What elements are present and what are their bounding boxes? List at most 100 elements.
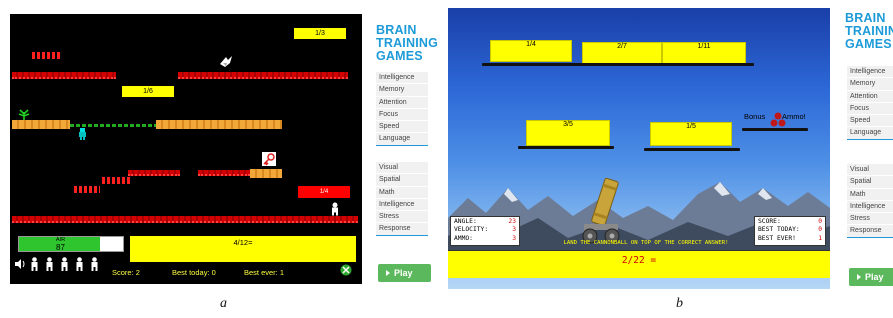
panel-b-game-canvas[interactable]: 1/4 2/7 1/11 Bonus Ammo! 3/5 1/5 ANGLE: 2…	[448, 8, 830, 289]
floor-girder	[12, 216, 358, 223]
menu-item-response[interactable]: Response	[847, 225, 893, 238]
stat-velocity-row: VELOCITY: 3	[454, 226, 516, 234]
menu-item-intelligence-2[interactable]: Intelligence	[376, 198, 428, 212]
menu-item-intelligence-2[interactable]: Intelligence	[847, 200, 893, 214]
hazard-step-1	[102, 177, 130, 184]
stat-ammo-row: AMMO: 3	[454, 235, 516, 243]
stat-angle-label: ANGLE:	[454, 218, 477, 225]
shelf-bonus	[742, 128, 808, 131]
menu-item-stress[interactable]: Stress	[847, 213, 893, 226]
menu-item-memory[interactable]: Memory	[847, 78, 893, 91]
menu-item-intelligence[interactable]: Intelligence	[376, 72, 428, 85]
player-life-icon	[76, 257, 83, 271]
stat-angle-row: ANGLE: 23	[454, 218, 516, 226]
player-character-icon	[79, 128, 86, 140]
brand-logo[interactable]: BRAIN TRAINING GAMES	[845, 12, 893, 51]
question-text: 4/12=	[233, 238, 253, 247]
play-button[interactable]: Play	[849, 268, 893, 286]
play-label: Play	[394, 268, 413, 278]
platform-row2-right	[156, 120, 282, 129]
menu-item-language[interactable]: Language	[847, 127, 893, 140]
exit-door-box: 1/4	[298, 186, 350, 198]
play-triangle-icon	[857, 274, 861, 280]
menu-item-language[interactable]: Language	[376, 133, 428, 146]
stats-right-box: SCORE: 0 BEST TODAY: 0 BEST EVER! 1	[754, 216, 826, 246]
menu-item-stress[interactable]: Stress	[376, 211, 428, 224]
gear-icon[interactable]	[340, 264, 352, 276]
brand-line-3: GAMES	[376, 49, 423, 63]
bonus-text: Bonus	[744, 112, 766, 121]
question-text: 2/22 =	[621, 255, 657, 266]
menu-item-memory[interactable]: Memory	[376, 84, 428, 97]
menu-item-visual[interactable]: Visual	[376, 162, 428, 175]
menu-item-attention[interactable]: Attention	[847, 90, 893, 103]
brand-line-3: GAMES	[845, 37, 892, 51]
stat-best-ever-label: BEST EVER!	[758, 234, 796, 242]
player-life-icon	[61, 257, 68, 271]
play-button[interactable]: Play	[378, 264, 431, 282]
best-today-text: Best today: 0	[172, 268, 216, 277]
menu-item-response[interactable]: Response	[376, 223, 428, 236]
menu-group-1: Intelligence Memory Attention Focus Spee…	[376, 72, 428, 146]
conveyor-belt	[70, 124, 156, 127]
stat-best-ever-value: 1	[818, 234, 822, 242]
score-text: Score: 2	[112, 268, 140, 277]
key-icon	[262, 152, 276, 166]
stat-best-ever-row: BEST EVER! 1	[758, 235, 822, 243]
answer-label-2: 1/6	[122, 86, 174, 97]
caption-b: b	[676, 296, 683, 311]
air-value: 87	[56, 243, 65, 252]
player-life-icon	[91, 257, 98, 271]
girder-row1-right	[178, 72, 348, 79]
answer-box-mid-1: 3/5	[526, 120, 610, 146]
hazard-step-2	[74, 186, 100, 193]
instruction-text: LAND THE CANNONBALL ON TOP OF THE CORREC…	[563, 240, 729, 246]
menu-item-speed[interactable]: Speed	[847, 115, 893, 128]
brand-logo[interactable]: BRAIN TRAINING GAMES	[376, 24, 438, 63]
question-bar: 4/12=	[130, 236, 356, 262]
player-life-icon	[46, 257, 53, 271]
menu-item-spatial[interactable]: Spatial	[847, 176, 893, 189]
stat-velocity-label: VELOCITY:	[454, 226, 489, 234]
stat-score-value: 0	[818, 218, 822, 225]
stat-ammo-label: AMMO:	[454, 234, 473, 242]
answer-box-top-3: 1/11	[662, 42, 746, 64]
sidebar-a: BRAIN TRAINING GAMES Intelligence Memory…	[376, 10, 438, 300]
menu-item-visual[interactable]: Visual	[847, 164, 893, 177]
shelf-top	[482, 63, 754, 66]
answer-box-top-1: 1/4	[490, 40, 572, 62]
menu-item-speed[interactable]: Speed	[376, 121, 428, 134]
shelf-mid-1	[518, 146, 614, 149]
panel-a-game-canvas[interactable]: 1/3 1/6 1/4 AIR 87 4/12= Score: 2 Best t…	[10, 14, 362, 284]
menu-item-intelligence[interactable]: Intelligence	[847, 66, 893, 79]
menu-item-math[interactable]: Math	[376, 186, 428, 199]
menu-group-1: Intelligence Memory Attention Focus Spee…	[847, 66, 893, 140]
cannon-icon[interactable]	[578, 174, 624, 246]
stat-best-today-label: BEST TODAY:	[758, 226, 800, 234]
air-meter: AIR 87	[18, 236, 124, 252]
menu-item-math[interactable]: Math	[847, 188, 893, 201]
robot-enemy-icon	[332, 202, 338, 216]
speaker-icon[interactable]	[14, 258, 26, 270]
caption-a: a	[220, 296, 227, 311]
stat-best-today-row: BEST TODAY: 0	[758, 226, 822, 234]
menu-group-2: Visual Spatial Math Intelligence Stress …	[376, 162, 428, 236]
platform-row2-left	[12, 120, 70, 129]
sidebar-b: BRAIN TRAINING GAMES Intelligence Memory…	[843, 10, 893, 300]
girder-row3-right	[198, 170, 250, 176]
menu-item-attention[interactable]: Attention	[376, 96, 428, 109]
stat-velocity-value: 3	[512, 226, 516, 234]
hazard-block	[32, 52, 60, 59]
stat-ammo-value: 3	[512, 234, 516, 242]
menu-item-spatial[interactable]: Spatial	[376, 174, 428, 187]
play-label: Play	[865, 272, 884, 282]
plant-icon	[18, 109, 30, 120]
girder-row1-left	[12, 72, 116, 79]
answer-box-mid-2: 1/5	[650, 122, 732, 146]
bird-enemy-icon	[220, 56, 232, 67]
stat-angle-value: 23	[508, 218, 516, 225]
shelf-mid-2	[644, 148, 740, 151]
menu-item-focus[interactable]: Focus	[376, 108, 428, 122]
platform-row3-orange	[250, 169, 282, 178]
menu-item-focus[interactable]: Focus	[847, 102, 893, 116]
